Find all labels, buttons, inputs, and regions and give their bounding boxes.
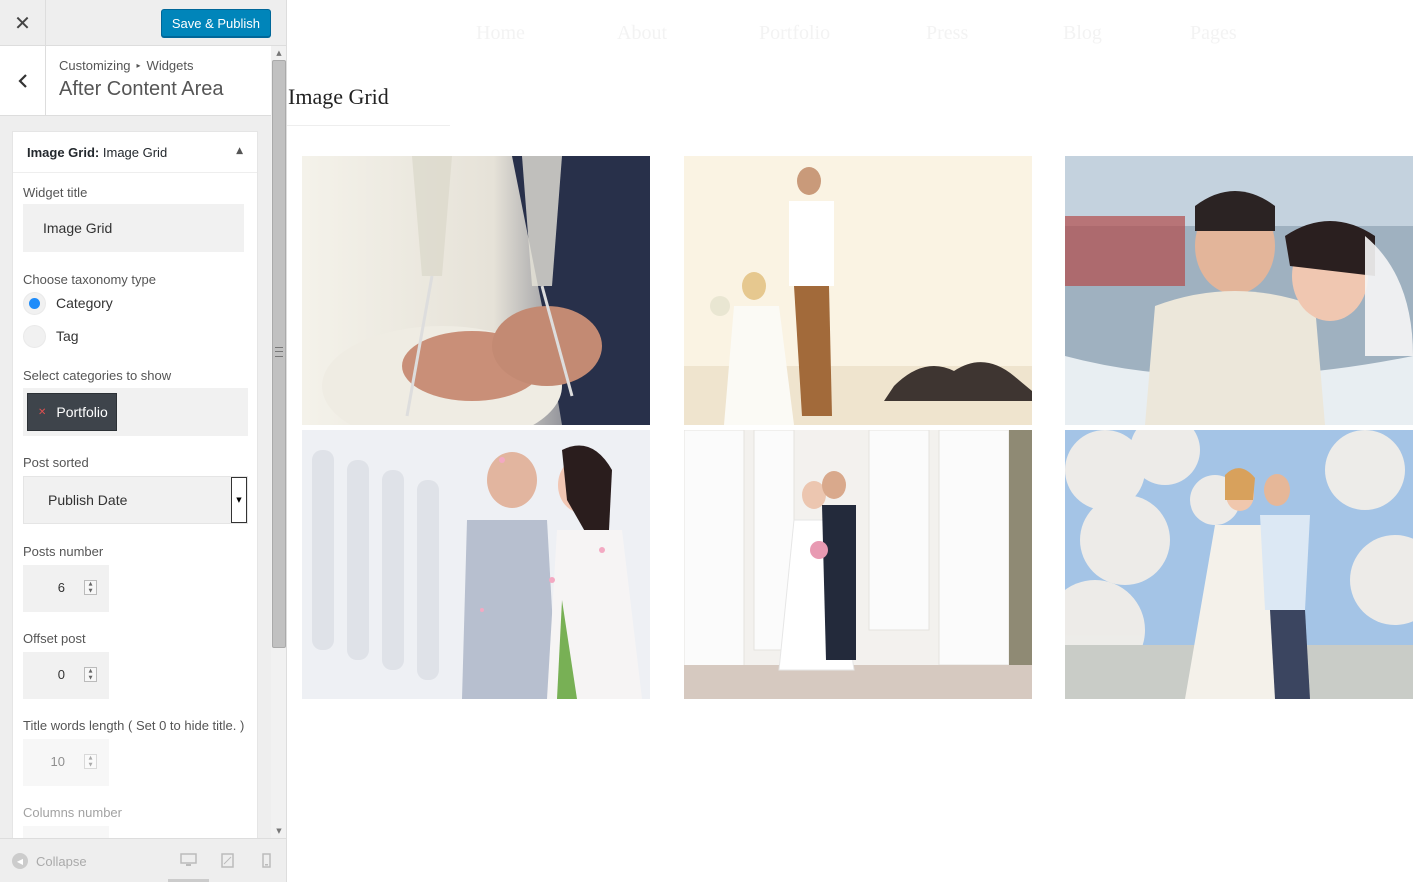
- widget-title-label: Widget title: [23, 185, 88, 200]
- close-customizer-button[interactable]: ✕: [0, 0, 46, 46]
- breadcrumb-item: Customizing: [59, 58, 131, 73]
- grid-image-beach[interactable]: [684, 156, 1032, 425]
- remove-icon[interactable]: ✕: [38, 407, 46, 418]
- dropdown-arrow-icon[interactable]: ▼: [231, 477, 247, 523]
- section-title: After Content Area: [59, 78, 224, 100]
- grid-image-champagne[interactable]: [302, 156, 650, 425]
- widget-heading: Image Grid: [288, 84, 389, 109]
- breadcrumb-separator-icon: ▸: [136, 61, 141, 70]
- site-navigation: Home About Portfolio Press Blog Pages: [287, 22, 1427, 52]
- grid-image-blossom[interactable]: [1065, 430, 1413, 699]
- collapse-button[interactable]: ◀ Collapse: [12, 853, 87, 869]
- spinner-icon[interactable]: ▲ ▼: [84, 580, 97, 595]
- spinner-icon[interactable]: ▲ ▼: [84, 754, 97, 769]
- category-chip-label: Portfolio: [56, 404, 108, 420]
- offset-value: 0: [57, 667, 65, 682]
- sort-value: Publish Date: [48, 492, 128, 508]
- spinner-icon[interactable]: ▲ ▼: [84, 667, 97, 682]
- offset-label: Offset post: [23, 631, 86, 646]
- widget-title-input[interactable]: Image Grid: [23, 204, 244, 252]
- sidebar-scrollbar[interactable]: ▲ ▼: [271, 46, 286, 838]
- image-grid-widget-panel: Image Grid: Image Grid ▲ Widget title Im…: [12, 131, 258, 856]
- title-words-label: Title words length ( Set 0 to hide title…: [23, 718, 245, 733]
- tablet-icon[interactable]: [221, 853, 234, 868]
- scrollbar-thumb[interactable]: [272, 60, 286, 648]
- taxonomy-label: Choose taxonomy type: [23, 272, 156, 287]
- mobile-icon[interactable]: [262, 853, 271, 868]
- customizer-footer: ◀ Collapse: [0, 838, 286, 882]
- title-words-stepper[interactable]: 10 ▲ ▼: [23, 739, 109, 786]
- nav-item-portfolio[interactable]: Portfolio: [759, 22, 830, 45]
- grid-image-petals[interactable]: [302, 430, 650, 699]
- posts-number-value: 6: [57, 580, 65, 595]
- posts-number-label: Posts number: [23, 544, 104, 559]
- tag-radio[interactable]: [23, 325, 46, 348]
- posts-number-stepper[interactable]: 6 ▲ ▼: [23, 565, 109, 612]
- nav-item-pages[interactable]: Pages: [1190, 22, 1237, 45]
- close-icon: ✕: [14, 11, 31, 35]
- offset-stepper[interactable]: 0 ▲ ▼: [23, 652, 109, 699]
- widget-header[interactable]: Image Grid: Image Grid ▲: [13, 132, 257, 173]
- collapse-label: Collapse: [36, 853, 87, 869]
- heading-divider: [287, 125, 450, 126]
- widget-type: Image Grid:: [27, 145, 100, 160]
- nav-item-blog[interactable]: Blog: [1063, 22, 1102, 45]
- breadcrumb-item: Widgets: [146, 58, 194, 73]
- breadcrumb: Customizing ▸ Widgets: [59, 58, 194, 73]
- customizer-sidebar: ✕ Save & Publish Customizing ▸ Widgets A…: [0, 0, 287, 882]
- categories-label: Select categories to show: [23, 368, 172, 383]
- section-header: Customizing ▸ Widgets After Content Area: [0, 46, 271, 116]
- grid-image-car[interactable]: [1065, 156, 1413, 425]
- sort-select[interactable]: Publish Date ▼: [23, 476, 248, 524]
- widget-header-title: Image Grid: Image Grid: [27, 145, 167, 160]
- customizer-header: ✕ Save & Publish: [0, 0, 286, 46]
- desktop-icon[interactable]: [180, 853, 197, 867]
- scroll-up-icon[interactable]: ▲: [271, 46, 286, 60]
- grid-image-columns[interactable]: [684, 430, 1032, 699]
- widget-name: Image Grid: [102, 145, 168, 160]
- grip-icon: [275, 347, 283, 357]
- category-radio[interactable]: [23, 292, 46, 315]
- category-chip: ✕ Portfolio: [27, 393, 117, 431]
- columns-label: Columns number: [23, 805, 122, 820]
- title-words-value: 10: [50, 754, 65, 769]
- tag-radio-label: Tag: [56, 328, 79, 344]
- nav-item-about[interactable]: About: [617, 22, 667, 45]
- scroll-down-icon[interactable]: ▼: [271, 824, 286, 838]
- category-radio-label: Category: [56, 295, 113, 311]
- sort-label: Post sorted: [23, 455, 89, 470]
- nav-item-home[interactable]: Home: [476, 22, 525, 45]
- categories-select[interactable]: ✕ Portfolio: [23, 388, 248, 436]
- save-publish-button[interactable]: Save & Publish: [160, 9, 271, 37]
- collapse-icon: ◀: [12, 853, 28, 869]
- collapse-arrow-icon[interactable]: ▲: [236, 146, 243, 156]
- back-button[interactable]: [0, 46, 46, 115]
- site-preview: Home About Portfolio Press Blog Pages Im…: [287, 0, 1427, 882]
- nav-item-press[interactable]: Press: [926, 22, 968, 45]
- chevron-left-icon: [17, 73, 27, 88]
